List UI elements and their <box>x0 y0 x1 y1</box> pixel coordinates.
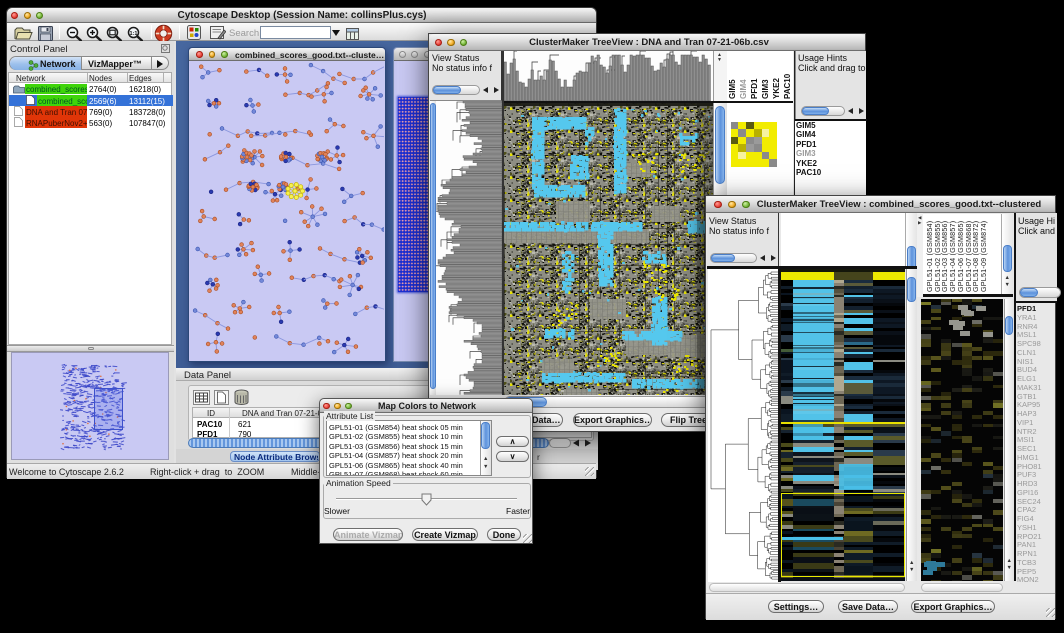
svg-text:1:1: 1:1 <box>130 31 138 37</box>
